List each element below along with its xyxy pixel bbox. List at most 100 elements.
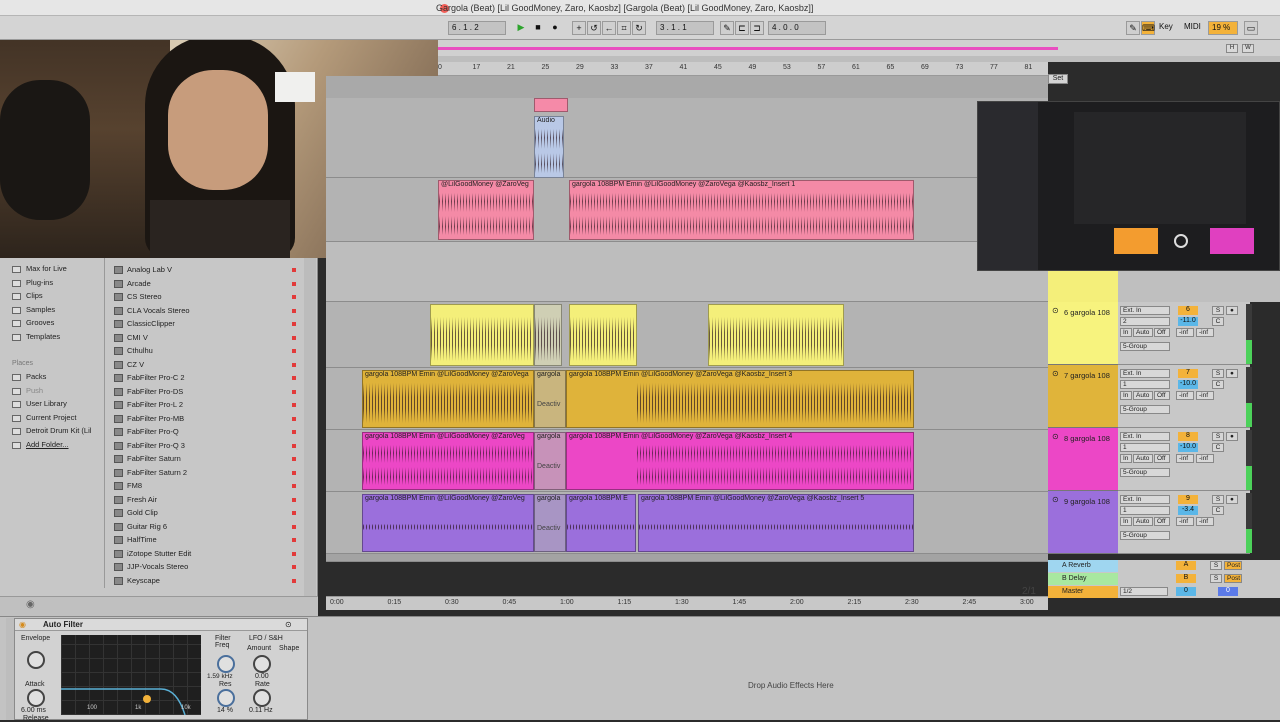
loop-icon[interactable]: ↻ <box>632 21 646 35</box>
browser-collection-item[interactable]: Grooves <box>26 318 54 327</box>
track-volume[interactable]: -11.0 <box>1178 317 1198 326</box>
input-type-select[interactable]: Ext. In <box>1120 432 1170 441</box>
filter-freq-knob[interactable] <box>217 655 235 673</box>
input-type-select[interactable]: Ext. In <box>1120 306 1170 315</box>
res-knob[interactable] <box>217 689 235 707</box>
pencil-icon[interactable]: ✎ <box>1126 21 1140 35</box>
browser-place-item[interactable]: Packs <box>26 372 46 381</box>
clip-track9-a[interactable]: gargola 108BPM Emin @LilGoodMoney @ZaroV… <box>362 494 534 552</box>
monitor-auto-button[interactable]: Auto <box>1133 517 1153 526</box>
return-a-activator[interactable]: A <box>1176 561 1196 570</box>
overlay-phone-icon[interactable] <box>1174 234 1188 248</box>
master-track[interactable]: Master <box>1048 586 1118 598</box>
plugin-list-item[interactable]: Guitar Rig 6 <box>114 521 304 534</box>
monitor-off-button[interactable]: Off <box>1154 517 1170 526</box>
monitor-in-button[interactable]: In <box>1120 517 1132 526</box>
browser-collection-item[interactable]: Max for Live <box>26 264 67 273</box>
rate-knob[interactable] <box>253 689 271 707</box>
track-activator[interactable]: 6 <box>1178 306 1198 315</box>
arm-button[interactable]: ● <box>1226 306 1238 315</box>
return-a-solo[interactable]: S <box>1210 561 1222 570</box>
overlay-discord-button-2[interactable] <box>1210 228 1254 254</box>
track-activator[interactable]: 9 <box>1178 495 1198 504</box>
automation-icon[interactable]: ↺ <box>587 21 601 35</box>
track-lane-group[interactable] <box>326 242 1048 302</box>
cue-button[interactable]: C <box>1212 506 1224 515</box>
master-volume[interactable]: 0 <box>1218 587 1238 596</box>
clip-track8-b[interactable]: gargola 108BPM Emin @LilGoodMoney @ZaroV… <box>566 432 914 490</box>
loop-length-display[interactable]: 4 . 0 . 0 <box>768 21 826 35</box>
browser-collection-item[interactable]: Plug-ins <box>26 278 53 287</box>
browser-place-item[interactable]: Detroit Drum Kit (Lil <box>26 426 91 435</box>
plugin-list-item[interactable]: HalfTime <box>114 534 304 547</box>
track-lane-audio[interactable] <box>326 98 1048 178</box>
filter-display[interactable]: 100 1k 10k <box>61 635 201 715</box>
arm-button[interactable]: ● <box>1226 369 1238 378</box>
browser-collection-item[interactable]: Clips <box>26 291 43 300</box>
plugin-list-item[interactable]: CZ V <box>114 359 304 372</box>
plugin-list-item[interactable]: ClassicClipper <box>114 318 304 331</box>
plugin-list-item[interactable]: JJP-Vocals Stereo <box>114 561 304 574</box>
input-type-select[interactable]: Ext. In <box>1120 495 1170 504</box>
plugin-list-item[interactable]: FM8 <box>114 480 304 493</box>
plugin-list-item[interactable]: FabFilter Pro-C 2 <box>114 372 304 385</box>
input-type-select[interactable]: Ext. In <box>1120 369 1170 378</box>
plugin-list-item[interactable]: CS Stereo <box>114 291 304 304</box>
plugin-list-item[interactable]: FabFilter Pro-Q 3 <box>114 440 304 453</box>
play-button[interactable]: ▶ <box>514 21 528 35</box>
browser-scrollbar[interactable] <box>304 258 316 596</box>
send-b[interactable]: -inf <box>1196 454 1214 463</box>
clip-track8-a[interactable]: gargola 108BPM Emin @LilGoodMoney @ZaroV… <box>362 432 534 490</box>
track-volume[interactable]: -10.0 <box>1178 380 1198 389</box>
clip-track6-b[interactable] <box>569 304 637 366</box>
stop-button[interactable]: ■ <box>531 21 545 35</box>
h-button[interactable]: H <box>1226 44 1238 53</box>
plugin-list-item[interactable]: Gold Clip <box>114 507 304 520</box>
browser-collection-item[interactable]: Templates <box>26 332 60 341</box>
send-a[interactable]: -inf <box>1176 328 1194 337</box>
monitor-auto-button[interactable]: Auto <box>1133 391 1153 400</box>
loop-start-display[interactable]: 3 . 1 . 1 <box>656 21 714 35</box>
clip-track1-a[interactable]: @LilGoodMoney @ZaroVeg <box>438 180 534 240</box>
browser-place-item[interactable]: Add Folder... <box>26 440 69 449</box>
clip-track6-a[interactable] <box>430 304 534 366</box>
plugin-list-item[interactable]: FabFilter Pro-MB <box>114 413 304 426</box>
clip-track9-deactivated[interactable]: gargola Deactiv <box>534 494 566 552</box>
plugin-list-item[interactable]: Cthulhu <box>114 345 304 358</box>
punch-in-icon[interactable]: ⊏ <box>735 21 749 35</box>
record-button[interactable]: ● <box>548 21 562 35</box>
clip-track7-b[interactable]: gargola 108BPM Emin @LilGoodMoney @ZaroV… <box>566 370 914 428</box>
track-volume[interactable]: -3.4 <box>1178 506 1198 515</box>
add-icon[interactable]: + <box>572 21 586 35</box>
input-channel-select[interactable]: 1 <box>1120 506 1170 515</box>
monitor-auto-button[interactable]: Auto <box>1133 328 1153 337</box>
monitor-off-button[interactable]: Off <box>1154 391 1170 400</box>
device-power-icon[interactable]: ◉ <box>19 620 26 629</box>
input-channel-select[interactable]: 2 <box>1120 317 1170 326</box>
plugin-list-item[interactable]: CLA Vocals Stereo <box>114 305 304 318</box>
plugin-list-item[interactable]: Analog Lab V <box>114 264 304 277</box>
plugin-list-item[interactable]: iZotope Stutter Edit <box>114 548 304 561</box>
fold-icon[interactable]: ⊙ <box>1052 495 1059 504</box>
return-b-activator[interactable]: B <box>1176 574 1196 583</box>
send-a[interactable]: -inf <box>1176 391 1194 400</box>
browser-collection-item[interactable]: Samples <box>26 305 55 314</box>
clip-track9-c[interactable]: gargola 108BPM Emin @LilGoodMoney @ZaroV… <box>638 494 914 552</box>
browser-place-item[interactable]: Current Project <box>26 413 76 422</box>
clip-track9-b[interactable]: gargola 108BPM E <box>566 494 636 552</box>
send-a[interactable]: -inf <box>1176 517 1194 526</box>
arrangement-view[interactable]: Audio @LilGoodMoney @ZaroVeg gargola 108… <box>326 76 1048 597</box>
return-a-post[interactable]: Post <box>1224 561 1242 570</box>
cue-button[interactable]: C <box>1212 317 1224 326</box>
track-activator[interactable]: 7 <box>1178 369 1198 378</box>
plugin-list-item[interactable]: FabFilter Pro-DS <box>114 386 304 399</box>
master-activator[interactable]: 0 <box>1176 587 1196 596</box>
return-track-a[interactable]: A Reverb <box>1048 560 1118 572</box>
clip-audio[interactable]: Audio <box>534 116 564 178</box>
output-select[interactable]: 5-Group <box>1120 342 1170 351</box>
send-b[interactable]: -inf <box>1196 328 1214 337</box>
arrangement-overview[interactable]: H W <box>438 40 1280 56</box>
output-select[interactable]: 5-Group <box>1120 531 1170 540</box>
send-b[interactable]: -inf <box>1196 391 1214 400</box>
monitor-in-button[interactable]: In <box>1120 454 1132 463</box>
